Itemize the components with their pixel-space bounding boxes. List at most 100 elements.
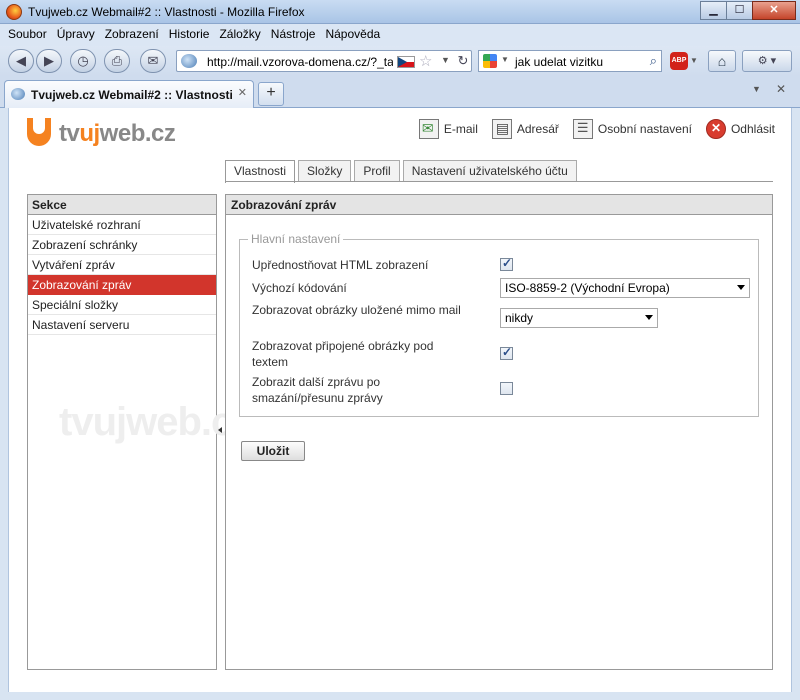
charset-select[interactable]: ISO-8859-2 (Východní Evropa) <box>500 278 750 298</box>
back-button[interactable]: ◀ <box>8 49 34 73</box>
prefer-html-checkbox[interactable] <box>500 256 513 271</box>
remote-images-select[interactable]: nikdy <box>500 308 658 328</box>
menu-edit[interactable]: Úpravy <box>51 24 99 41</box>
save-button[interactable]: Uložit <box>241 441 305 461</box>
menu-file[interactable]: Soubor <box>0 24 51 41</box>
chevron-down-icon <box>737 285 745 290</box>
menu-help[interactable]: Nápověda <box>319 24 384 41</box>
tabs-divider <box>225 181 773 182</box>
splitter-handle-icon[interactable] <box>218 427 222 433</box>
logo-mark-icon <box>27 118 51 146</box>
tab-list-icon[interactable]: ▼ <box>752 84 761 94</box>
search-input[interactable]: jak udelat vizitku <box>515 55 603 69</box>
logout-link[interactable]: Odhlásit <box>705 118 775 140</box>
menu-view[interactable]: Zobrazení <box>99 24 163 41</box>
minimize-button[interactable]: ▁ <box>700 1 727 20</box>
window-controls: ▁ ☐ ✕ <box>700 1 796 20</box>
fieldset-legend: Hlavní nastavení <box>248 232 344 246</box>
browser-tab[interactable]: Tvujweb.cz Webmail#2 :: Vlastnosti ✕ <box>4 80 254 108</box>
watermark-logo: tvujweb.cz <box>59 400 252 444</box>
sidebar-item-user-interface[interactable]: Uživatelské rozhraní <box>28 215 216 235</box>
adblock-button[interactable]: ABP ▼ <box>670 52 700 70</box>
next-message-label: Zobrazit další zprávu po smazání/přesunu… <box>252 375 383 405</box>
home-button[interactable]: ⌂ <box>708 50 736 72</box>
personal-settings-link-label: Osobní nastavení <box>597 122 692 136</box>
settings-icon <box>572 119 593 139</box>
next-message-checkbox[interactable] <box>500 382 513 395</box>
bookmark-star-icon[interactable]: ☆ <box>419 52 432 70</box>
prefer-html-control <box>500 256 513 271</box>
search-icon[interactable]: ⌕ <box>650 53 657 69</box>
logo-text-part: tv <box>59 120 80 147</box>
inline-images-checkbox[interactable] <box>500 345 513 360</box>
remote-images-control: nikdy <box>500 308 658 328</box>
remote-images-label: Zobrazovat obrázky uložené mimo mail <box>252 303 461 317</box>
sidebar-item-displaying-messages[interactable]: Zobrazování zpráv <box>28 275 216 295</box>
sidebar-heading: Sekce <box>28 195 216 215</box>
logo-text-highlight: uj <box>79 120 100 147</box>
address-book-link[interactable]: Adresář <box>491 118 559 140</box>
charset-label: Výchozí kódování <box>252 281 347 295</box>
email-icon <box>418 119 439 139</box>
tab-slozky[interactable]: Složky <box>298 160 352 182</box>
url-dropdown-icon[interactable]: ▼ <box>441 55 450 65</box>
search-bar[interactable]: ▼ jak udelat vizitku ⌕ <box>478 50 662 72</box>
settings-tabs: Vlastnosti Složky Profil Nastavení uživa… <box>225 160 580 183</box>
close-tab-icon[interactable]: ✕ <box>238 86 247 99</box>
inline-images-control <box>500 345 513 360</box>
prefer-html-label: Upřednostňovat HTML zobrazení <box>252 258 429 272</box>
search-engine-dropdown-icon[interactable]: ▼ <box>501 55 509 64</box>
url-input[interactable]: http://mail.vzorova-domena.cz/?_task=set… <box>207 55 393 69</box>
sidebar-item-special-folders[interactable]: Speciální složky <box>28 295 216 315</box>
logo-text-part: web.cz <box>99 120 176 147</box>
email-link[interactable]: E-mail <box>418 118 478 140</box>
google-icon[interactable] <box>483 54 497 68</box>
czech-flag-icon <box>397 56 415 68</box>
history-button[interactable]: ◷ <box>70 49 96 73</box>
top-links: E-mail Adresář Osobní nastavení Odhlásit <box>405 118 775 140</box>
maximize-button[interactable]: ☐ <box>726 1 753 20</box>
chevron-down-icon <box>645 315 653 320</box>
browser-tab-title: Tvujweb.cz Webmail#2 :: Vlastnosti <box>31 88 233 102</box>
window-titlebar: Tvujweb.cz Webmail#2 :: Vlastnosti - Moz… <box>0 0 800 24</box>
sidebar-item-composing[interactable]: Vytváření zpráv <box>28 255 216 275</box>
webmail-page: tvujweb.cz E-mail Adresář Osobní nastave… <box>8 108 792 692</box>
next-message-control <box>500 382 513 395</box>
charset-control: ISO-8859-2 (Východní Evropa) <box>500 278 750 298</box>
window-title: Tvujweb.cz Webmail#2 :: Vlastnosti - Moz… <box>28 5 305 19</box>
close-tab-strip-icon[interactable]: ✕ <box>776 82 786 96</box>
charset-select-value: ISO-8859-2 (Východní Evropa) <box>505 281 670 295</box>
site-identity-icon[interactable] <box>181 54 197 68</box>
panel-heading: Zobrazování zpráv <box>226 195 772 215</box>
email-link-label: E-mail <box>443 122 478 136</box>
reload-button[interactable]: ↻ <box>454 51 472 71</box>
main-settings-fieldset: Hlavní nastavení Upřednostňovat HTML zob… <box>239 232 759 417</box>
navigation-toolbar: ◀ ▶ ◷ ⎙ ✉ http://mail.vzorova-domena.cz/… <box>0 46 800 76</box>
personal-settings-link[interactable]: Osobní nastavení <box>572 118 692 140</box>
menu-history[interactable]: Historie <box>163 24 214 41</box>
address-book-icon <box>491 119 512 139</box>
forward-button[interactable]: ▶ <box>36 49 62 73</box>
adblock-dropdown-icon[interactable]: ▼ <box>690 56 698 65</box>
settings-panel: Zobrazování zpráv Hlavní nastavení Upřed… <box>225 194 773 670</box>
adblock-icon: ABP <box>670 52 688 70</box>
close-window-button[interactable]: ✕ <box>752 1 796 20</box>
print-button[interactable]: ⎙ <box>104 49 130 73</box>
menu-bar: Soubor Úpravy Zobrazení Historie Záložky Nást… <box>0 24 800 46</box>
mail-button[interactable]: ✉ <box>140 49 166 73</box>
tab-favicon-icon <box>11 88 25 100</box>
browser-tab-strip: Tvujweb.cz Webmail#2 :: Vlastnosti ✕ + ▼… <box>0 76 800 108</box>
remote-images-select-value: nikdy <box>505 311 534 325</box>
tab-profil[interactable]: Profil <box>354 160 400 182</box>
sidebar-item-mailbox-view[interactable]: Zobrazení schránky <box>28 235 216 255</box>
tab-account-settings[interactable]: Nastavení uživatelského účtu <box>402 160 577 182</box>
tab-vlastnosti[interactable]: Vlastnosti <box>225 160 296 183</box>
logo-text: tvujweb.cz <box>59 120 176 148</box>
menu-bookmarks[interactable]: Záložky <box>213 24 264 41</box>
menu-tools[interactable]: Nástroje <box>265 24 320 41</box>
url-bar[interactable]: http://mail.vzorova-domena.cz/?_task=set… <box>176 50 472 72</box>
logout-link-label: Odhlásit <box>730 122 775 136</box>
sidebar-item-server-settings[interactable]: Nastavení serveru <box>28 315 216 335</box>
tools-button[interactable]: ⚙ ▾ <box>742 50 792 72</box>
new-tab-button[interactable]: + <box>258 82 284 106</box>
